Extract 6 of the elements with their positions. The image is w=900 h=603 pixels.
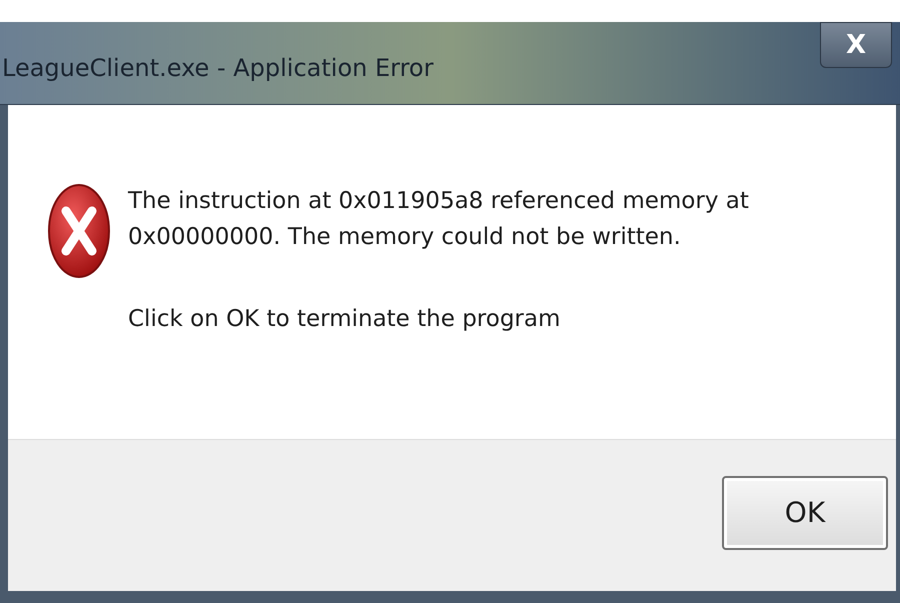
message-text: Click on OK to terminate the program: [128, 305, 562, 334]
error-icon: [48, 183, 110, 279]
window-title: LeagueClient.exe - Application Error: [2, 53, 434, 84]
message-text: The instruction at 0x011905a8 referenced memory at 0x00000000. The memory could not be written.: [128, 187, 750, 252]
ok-button[interactable]: OK: [722, 476, 888, 550]
close-button[interactable]: X: [820, 22, 892, 68]
